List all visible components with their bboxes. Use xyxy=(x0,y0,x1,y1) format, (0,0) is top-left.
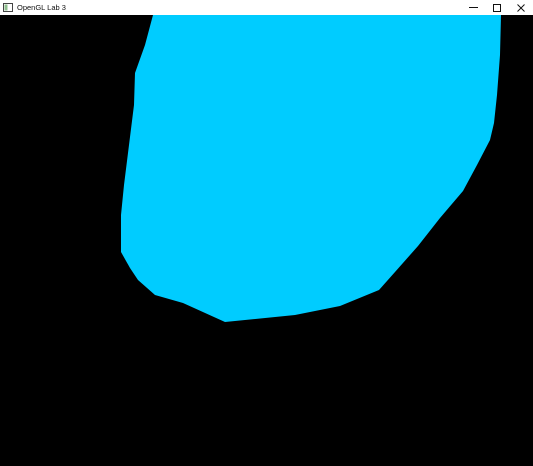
opengl-window: OpenGL Lab 3 xyxy=(0,0,533,466)
maximize-button[interactable] xyxy=(485,0,509,15)
window-title: OpenGL Lab 3 xyxy=(17,3,66,12)
minimize-button[interactable] xyxy=(461,0,485,15)
close-button[interactable] xyxy=(509,0,533,15)
minimize-icon xyxy=(468,3,478,12)
window-app-icon xyxy=(3,3,13,12)
title-bar[interactable]: OpenGL Lab 3 xyxy=(0,0,533,15)
window-controls xyxy=(461,0,533,15)
opengl-canvas[interactable] xyxy=(0,15,533,466)
close-icon xyxy=(517,3,525,12)
render-surface xyxy=(0,15,533,466)
maximize-icon xyxy=(493,3,501,12)
